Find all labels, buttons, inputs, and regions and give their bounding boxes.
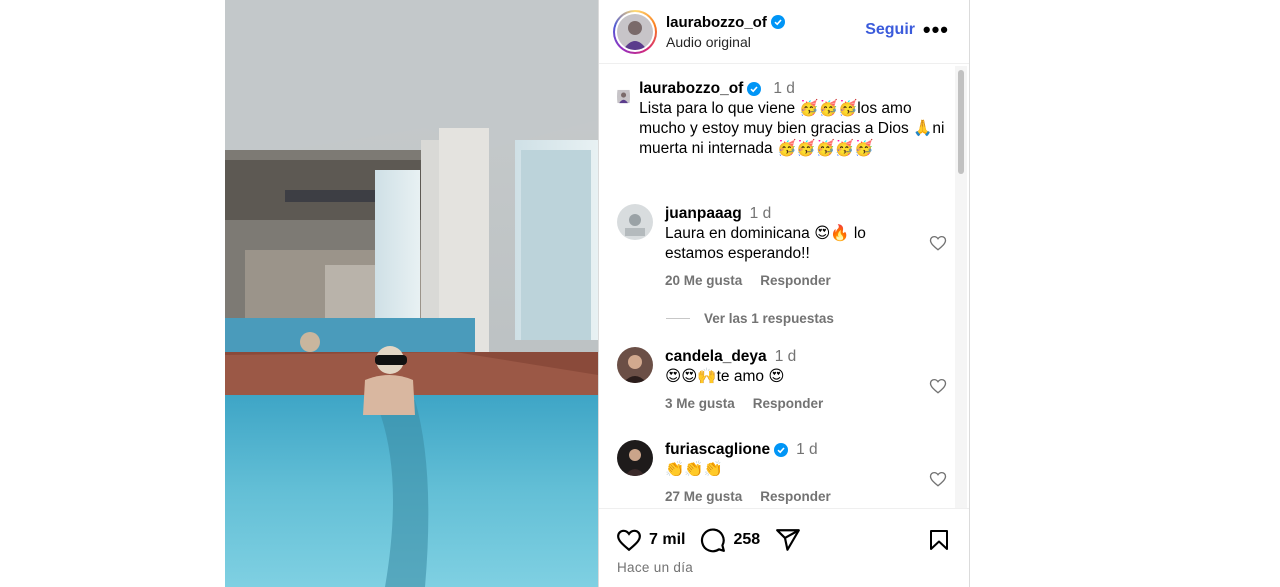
verified-icon (770, 15, 785, 29)
follow-button[interactable]: Seguir (865, 21, 915, 39)
heart-icon[interactable] (929, 377, 947, 395)
post-media[interactable] (225, 0, 598, 587)
view-replies[interactable]: Ver las 1 respuestas (666, 311, 834, 326)
comment-text: Laura en dominicana 😍🔥 lo estamos espera… (665, 225, 866, 262)
heart-icon[interactable] (929, 234, 947, 252)
comments-scrollbar[interactable] (955, 66, 967, 508)
story-ring[interactable] (613, 9, 657, 54)
comment-time[interactable]: 1 d (775, 347, 797, 367)
post-panel: laurabozzo_of Audio original Seguir ••• (598, 0, 970, 587)
share-icon[interactable] (775, 527, 801, 553)
more-icon[interactable]: ••• (923, 19, 949, 41)
comment-text: 😍😍🙌te amo 😍 (665, 368, 785, 385)
avatar[interactable] (617, 204, 653, 240)
verified-icon (774, 443, 789, 457)
avatar[interactable] (617, 440, 653, 476)
caption-text: Lista para lo que viene 🥳🥳🥳los amo mucho… (639, 100, 945, 157)
bookmark-icon[interactable] (927, 527, 951, 553)
comment-username[interactable]: furiascaglione (665, 440, 770, 460)
comment-text: 👏👏👏 (665, 461, 723, 478)
comment-item: juanpaaag 1 d Laura en dominicana 😍🔥 lo … (617, 204, 947, 288)
action-bar: 7 mil 258 Hace un día (599, 508, 969, 587)
comment-button[interactable]: 258 (700, 527, 760, 553)
comment-icon[interactable] (700, 527, 726, 553)
heart-icon[interactable] (929, 470, 947, 488)
comment-username[interactable]: candela_deya (665, 347, 767, 367)
comment-time[interactable]: 1 d (796, 440, 818, 460)
comment-likes[interactable]: 27 Me gusta (665, 489, 742, 504)
post-header: laurabozzo_of Audio original Seguir ••• (599, 0, 969, 64)
caption: laurabozzo_of 1 d Lista para lo que vien… (617, 79, 947, 159)
reply-button[interactable]: Responder (753, 396, 824, 411)
like-count[interactable]: 7 mil (649, 531, 685, 549)
caption-time[interactable]: 1 d (773, 79, 795, 99)
verified-icon (747, 82, 762, 96)
scroll-thumb[interactable] (958, 70, 964, 174)
reply-button[interactable]: Responder (760, 489, 831, 504)
comment-username[interactable]: juanpaaag (665, 204, 742, 224)
save-button[interactable] (927, 527, 951, 553)
comment-item: furiascaglione 1 d 👏👏👏 27 Me gusta Respo… (617, 440, 947, 504)
comments-list[interactable]: laurabozzo_of 1 d Lista para lo que vien… (599, 65, 955, 508)
view-replies-label[interactable]: Ver las 1 respuestas (704, 311, 834, 326)
avatar[interactable] (617, 79, 631, 114)
post-timestamp[interactable]: Hace un día (617, 560, 693, 575)
comment-count[interactable]: 258 (733, 531, 760, 549)
comment-item: candela_deya 1 d 😍😍🙌te amo 😍 3 Me gusta … (617, 347, 947, 411)
avatar[interactable] (617, 347, 653, 383)
audio-label[interactable]: Audio original (666, 34, 785, 50)
comment-likes[interactable]: 3 Me gusta (665, 396, 735, 411)
comment-time[interactable]: 1 d (750, 204, 772, 224)
post-container: laurabozzo_of Audio original Seguir ••• (225, 0, 970, 587)
share-button[interactable] (775, 527, 801, 553)
like-button[interactable]: 7 mil (616, 527, 685, 553)
avatar (617, 13, 653, 50)
pool-photo (225, 0, 598, 587)
post-username[interactable]: laurabozzo_of (666, 14, 767, 31)
heart-icon[interactable] (616, 527, 642, 553)
replies-divider (666, 318, 690, 319)
comment-likes[interactable]: 20 Me gusta (665, 273, 742, 288)
reply-button[interactable]: Responder (760, 273, 831, 288)
caption-username[interactable]: laurabozzo_of (639, 79, 743, 99)
